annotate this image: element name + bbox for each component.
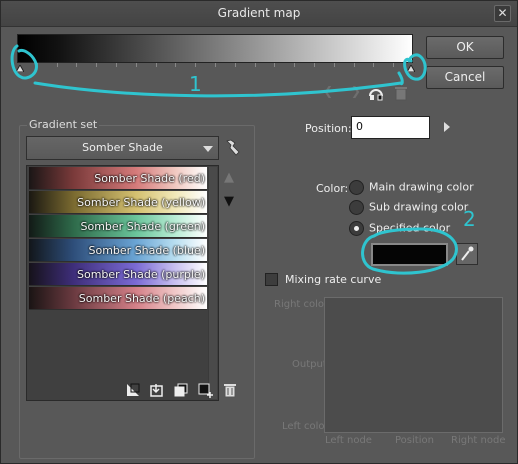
radio-label: Sub drawing color — [369, 200, 469, 214]
ruler-tick — [294, 63, 295, 67]
flip-gradient-icon[interactable] — [367, 84, 383, 101]
ruler-tick — [76, 63, 77, 67]
color-label: Color: — [316, 182, 349, 195]
ruler-tick — [175, 63, 176, 67]
right-color-label: Right color — [274, 299, 329, 310]
next-node-icon[interactable]: ❯ — [351, 84, 361, 98]
ruler-tick — [116, 63, 117, 67]
prev-node-icon[interactable]: ❮ — [323, 84, 333, 98]
gradient-list-item[interactable]: Somber Shade (purple) — [29, 263, 207, 286]
gradient-list-item-label: Somber Shade (green) — [80, 220, 206, 233]
move-down-icon[interactable]: ▼ — [224, 194, 234, 209]
position-input[interactable]: 0 — [351, 116, 430, 139]
radio-button[interactable] — [349, 221, 364, 236]
ruler-tick — [255, 63, 256, 67]
chevron-down-icon — [203, 146, 213, 152]
duplicate-gradient-icon[interactable] — [173, 382, 189, 401]
radio-specified-color[interactable]: Specified color — [349, 221, 450, 236]
gradient-list: Somber Shade (peach) Somber Shade (purple… — [26, 165, 219, 401]
gradient-list-item[interactable]: Somber Shade (yellow) — [29, 191, 207, 214]
ruler-tick — [96, 63, 97, 67]
trash-icon[interactable] — [223, 382, 237, 401]
delete-node-icon[interactable] — [394, 85, 410, 101]
gradient-set-label: Gradient set — [27, 118, 100, 131]
title-bar: Gradient map ✕ — [1, 1, 517, 27]
move-up-icon[interactable]: ▲ — [224, 170, 234, 185]
gradient-list-item[interactable]: Somber Shade (peach) — [29, 287, 207, 310]
mixing-curve-graph[interactable] — [324, 297, 503, 433]
position-label: Position: — [305, 122, 352, 135]
ruler-tick — [235, 63, 236, 67]
position-arrow-icon[interactable] — [444, 122, 450, 132]
ruler-tick — [334, 63, 335, 67]
gradient-set-dropdown[interactable]: Somber Shade — [26, 136, 219, 160]
radio-button[interactable] — [349, 180, 364, 195]
ruler-tick — [57, 63, 58, 67]
cancel-button[interactable]: Cancel — [426, 66, 504, 89]
ruler-tick — [393, 63, 394, 67]
gradient-preview-bar[interactable] — [17, 34, 413, 63]
ruler-tick — [195, 63, 196, 67]
output-label: Output — [292, 359, 327, 370]
right-node-handle[interactable] — [407, 65, 415, 72]
gradient-list-item-label: Somber Shade (red) — [94, 172, 205, 185]
radio-sub-drawing-color[interactable]: Sub drawing color — [349, 200, 468, 215]
new-gradient-icon[interactable] — [197, 382, 215, 401]
radio-button[interactable] — [349, 200, 364, 215]
mixing-rate-label: Mixing rate curve — [285, 273, 382, 286]
ruler-tick — [136, 63, 137, 67]
ruler-tick — [215, 63, 216, 67]
left-color-label: Left color — [282, 421, 329, 432]
radio-main-drawing-color[interactable]: Main drawing color — [349, 180, 474, 195]
gradient-map-dialog: Gradient map ✕ OK Cancel ❮ ❯ Gradient se… — [0, 0, 518, 464]
gradient-list-item-label: Somber Shade (blue) — [88, 244, 206, 257]
add-gradient-icon[interactable] — [125, 382, 141, 401]
ruler-tick — [156, 63, 157, 67]
import-gradient-icon[interactable] — [149, 382, 165, 401]
ruler-tick — [37, 63, 38, 67]
ruler-tick — [354, 63, 355, 67]
ruler-tick — [314, 63, 315, 67]
gradient-list-item[interactable]: Somber Shade (blue) — [29, 239, 207, 262]
radio-label: Main drawing color — [369, 180, 474, 194]
gradient-set-selected: Somber Shade — [82, 141, 163, 154]
position-axis-label: Position — [395, 435, 434, 446]
window-title: Gradient map — [217, 6, 301, 20]
eyedropper-icon[interactable] — [456, 243, 478, 265]
list-scrollbar[interactable] — [208, 167, 217, 399]
left-node-handle[interactable] — [16, 65, 24, 72]
radio-label: Specified color — [369, 221, 451, 235]
settings-wrench-icon[interactable] — [223, 138, 240, 156]
close-icon[interactable]: ✕ — [494, 5, 511, 22]
ok-button[interactable]: OK — [426, 36, 504, 59]
annotation-mark-1: 1 — [189, 72, 202, 96]
gradient-ruler — [17, 63, 413, 71]
gradient-list-item-label: Somber Shade (yellow) — [77, 196, 205, 209]
gradient-list-item[interactable]: Somber Shade (red) — [29, 167, 207, 190]
gradient-list-item-label: Somber Shade (peach) — [78, 292, 205, 305]
gradient-list-item-label: Somber Shade (purple) — [76, 268, 205, 281]
specified-color-swatch[interactable] — [371, 243, 448, 266]
right-node-axis-label: Right node — [451, 435, 506, 446]
gradient-list-item[interactable]: Somber Shade (green) — [29, 215, 207, 238]
mixing-rate-checkbox[interactable] — [265, 273, 278, 286]
ruler-tick — [373, 63, 374, 67]
left-node-axis-label: Left node — [325, 435, 372, 446]
ruler-tick — [274, 63, 275, 67]
